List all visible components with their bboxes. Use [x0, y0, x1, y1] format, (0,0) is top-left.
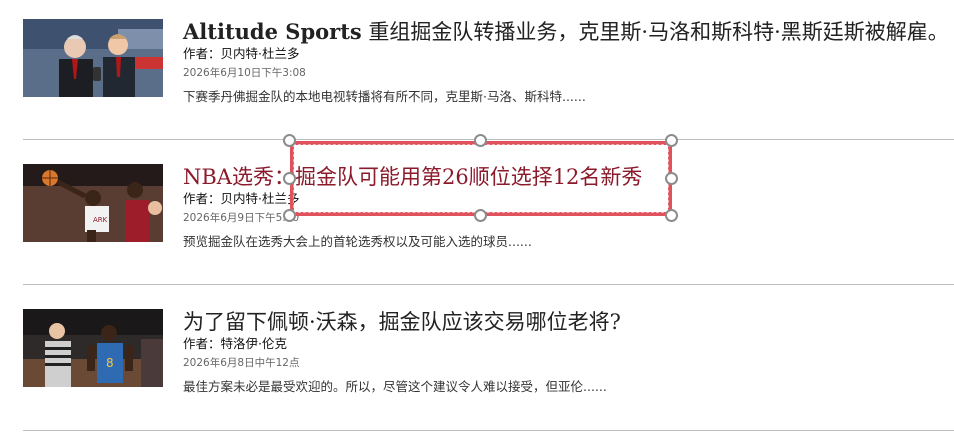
resize-handle-bottom-right[interactable]: [665, 209, 678, 222]
resize-handle-bottom-center[interactable]: [474, 209, 487, 222]
article-item: Altitude Sports 重组掘金队转播业务，克里斯·马洛和斯科特·黑斯廷…: [0, 0, 954, 145]
svg-text:8: 8: [106, 356, 114, 370]
article-author: 作者：贝内特·杜兰多: [183, 46, 300, 61]
players-on-court-photo-icon: 8: [23, 309, 163, 387]
article-item: 8 为了留下佩顿·沃森，掘金队应该交易哪位老将? 作者：特洛伊·伦克 2026年…: [0, 290, 954, 435]
article-date: 2026年6月10日下午3:08: [183, 67, 306, 79]
article-date: 2026年6月9日下午5:00: [183, 212, 300, 224]
article-date: 2026年6月8日中午12点: [183, 357, 300, 369]
article-excerpt: 最佳方案未必是最受欢迎的。所以，尽管这个建议令人难以接受，但亚伦......: [183, 379, 607, 394]
basketball-layup-photo-icon: ARK: [23, 164, 163, 242]
article-title[interactable]: 为了留下佩顿·沃森，掘金队应该交易哪位老将?: [183, 309, 621, 335]
article-author: 作者：贝内特·杜兰多: [183, 191, 300, 206]
article-excerpt: 下赛季丹佛掘金队的本地电视转播将有所不同，克里斯·马洛、斯科特......: [183, 89, 586, 104]
article-thumbnail[interactable]: [23, 19, 163, 97]
resize-handle-bottom-left[interactable]: [283, 209, 296, 222]
resize-handle-top-right[interactable]: [665, 134, 678, 147]
resize-handle-top-center[interactable]: [474, 134, 487, 147]
article-list: Altitude Sports 重组掘金队转播业务，克里斯·马洛和斯科特·黑斯廷…: [0, 0, 954, 436]
article-title[interactable]: NBA选秀：掘金队可能用第26顺位选择12名新秀: [183, 164, 642, 190]
article-title[interactable]: Altitude Sports 重组掘金队转播业务，克里斯·马洛和斯科特·黑斯廷…: [183, 19, 949, 45]
resize-handle-top-left[interactable]: [283, 134, 296, 147]
article-author: 作者：特洛伊·伦克: [183, 336, 287, 351]
article-excerpt: 预览掘金队在选秀大会上的首轮选秀权以及可能入选的球员......: [183, 234, 532, 249]
resize-handle-middle-right[interactable]: [665, 172, 678, 185]
svg-text:ARK: ARK: [93, 216, 108, 224]
resize-handle-middle-left[interactable]: [283, 172, 296, 185]
divider: [23, 284, 954, 285]
divider: [23, 430, 954, 431]
article-thumbnail[interactable]: ARK: [23, 164, 163, 242]
divider: [23, 139, 954, 140]
article-thumbnail[interactable]: 8: [23, 309, 163, 387]
broadcasters-photo-icon: [23, 19, 163, 97]
